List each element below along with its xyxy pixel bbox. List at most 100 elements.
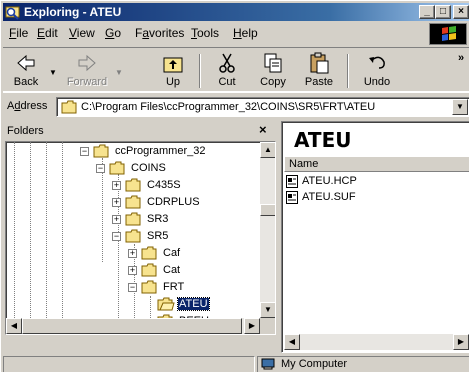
tree-node-label: ccProgrammer_32	[115, 145, 206, 157]
document-icon	[286, 191, 298, 204]
toolbar-more-chevron[interactable]: »	[458, 52, 464, 64]
close-button[interactable]: ×	[453, 5, 469, 19]
forward-label: Forward	[66, 76, 108, 88]
status-bar: My Computer	[3, 355, 469, 372]
address-dropdown-button[interactable]: ▼	[452, 99, 468, 115]
open-folder-icon	[93, 144, 109, 158]
back-dropdown-icon[interactable]: ▼	[49, 68, 57, 77]
expand-toggle[interactable]: +	[112, 181, 121, 190]
scissors-icon	[219, 53, 235, 73]
folders-pane: Folders × − ccProgrammer_32 − COINS + C4…	[3, 121, 276, 353]
menu-go[interactable]: Go	[105, 26, 121, 40]
collapse-toggle[interactable]: −	[80, 147, 89, 156]
tree-guide-line	[30, 142, 31, 334]
contents-horizontal-scrollbar[interactable]: ◀ ▶	[284, 334, 469, 350]
tree-guide-line	[102, 158, 103, 262]
forward-button[interactable]: Forward	[61, 50, 113, 92]
back-label: Back	[13, 76, 39, 88]
menu-help[interactable]: Help	[233, 26, 258, 40]
tree-node-label: SR3	[147, 213, 169, 225]
scroll-right-arrow-icon[interactable]: ▶	[453, 334, 469, 350]
menu-favorites[interactable]: Favorites	[135, 26, 184, 40]
tree-node-label: FRT	[163, 281, 185, 293]
menu-file[interactable]: File	[9, 26, 28, 40]
contents-pane[interactable]: ATEU Name ATEU.HCP ATEU.SUF ◀ ▶	[281, 121, 469, 353]
scrollbar-corner	[260, 318, 275, 334]
folder-title: ATEU	[294, 128, 352, 152]
collapse-toggle[interactable]: −	[112, 232, 121, 241]
collapse-toggle[interactable]: −	[128, 283, 137, 292]
folders-pane-title: Folders	[7, 125, 44, 137]
expand-toggle[interactable]: +	[128, 266, 137, 275]
scroll-up-arrow-icon[interactable]: ▲	[260, 142, 275, 158]
tree-guide-line	[14, 142, 15, 334]
folders-pane-close-button[interactable]: ×	[259, 122, 267, 137]
menu-bar: File Edit View Go Favorites Tools Help	[3, 23, 469, 45]
folders-pane-header: Folders ×	[3, 121, 276, 141]
up-button[interactable]: Up	[153, 50, 193, 92]
tree-node-label: Caf	[163, 247, 181, 259]
open-folder-icon	[109, 161, 125, 175]
my-computer-icon	[261, 358, 275, 370]
tree-guide-line	[62, 142, 63, 334]
status-cell	[3, 356, 255, 372]
folder-icon	[125, 212, 141, 226]
folder-tree[interactable]: − ccProgrammer_32 − COINS + C435S + CDRP…	[5, 141, 276, 335]
up-label: Up	[165, 76, 181, 88]
undo-button[interactable]: Undo	[355, 50, 399, 92]
scroll-left-arrow-icon[interactable]: ◀	[284, 334, 300, 350]
address-label: Address	[7, 100, 48, 112]
folder-icon	[125, 195, 141, 209]
expand-toggle[interactable]: +	[112, 198, 121, 207]
explorer-app-icon	[5, 6, 20, 20]
collapse-toggle[interactable]: −	[96, 164, 105, 173]
tree-node-label: SR5	[147, 230, 169, 242]
back-button[interactable]: Back	[5, 50, 47, 92]
scroll-right-arrow-icon[interactable]: ▶	[244, 318, 260, 334]
expand-toggle[interactable]: +	[112, 215, 121, 224]
open-folder-icon	[157, 297, 175, 311]
tree-node-label: CDRPLUS	[147, 196, 200, 208]
up-folder-icon	[163, 57, 183, 73]
folder-tree-vertical-scrollbar[interactable]: ▲ ▼	[260, 142, 275, 318]
address-input[interactable]: C:\Program Files\ccProgrammer_32\COINS\S…	[56, 97, 469, 117]
folder-tree-horizontal-scrollbar[interactable]: ◀ ▶	[6, 318, 260, 334]
tree-node-label: COINS	[131, 162, 166, 174]
document-icon	[286, 175, 298, 188]
menu-edit[interactable]: Edit	[37, 26, 58, 40]
menu-view[interactable]: View	[69, 26, 95, 40]
paste-clipboard-icon	[310, 52, 329, 74]
status-location: My Computer	[281, 358, 348, 370]
scrollbar-thumb[interactable]	[22, 318, 242, 334]
folder-icon	[141, 263, 157, 277]
column-header-name[interactable]: Name	[284, 156, 469, 172]
scrollbar-thumb[interactable]	[260, 204, 275, 216]
folder-icon	[61, 100, 77, 114]
cut-label: Cut	[218, 76, 236, 88]
scroll-left-arrow-icon[interactable]: ◀	[6, 318, 22, 334]
menu-tools[interactable]: Tools	[191, 26, 219, 40]
minimize-button[interactable]: _	[419, 5, 435, 19]
maximize-button[interactable]: □	[435, 5, 451, 19]
undo-label: Undo	[363, 76, 391, 88]
folder-icon	[125, 178, 141, 192]
standard-toolbar: Back ▼ Forward ▼ Up Cut Copy Paste Undo …	[3, 47, 469, 93]
title-bar[interactable]: Exploring - ATEU _ □ ×	[3, 3, 469, 21]
window-title: Exploring - ATEU	[24, 5, 122, 19]
file-name: ATEU.SUF	[302, 191, 356, 203]
copy-button[interactable]: Copy	[253, 50, 293, 92]
copy-icon	[264, 53, 282, 73]
forward-arrow-icon	[78, 54, 96, 72]
tree-node-label: Cat	[163, 264, 181, 276]
cut-button[interactable]: Cut	[207, 50, 247, 92]
folder-icon	[141, 246, 157, 260]
forward-dropdown-icon[interactable]: ▼	[115, 68, 123, 77]
back-arrow-icon	[17, 54, 35, 72]
expand-toggle[interactable]: +	[128, 249, 137, 258]
address-bar: Address C:\Program Files\ccProgrammer_32…	[3, 95, 469, 119]
toolbar-separator	[199, 54, 201, 88]
windows-logo	[429, 23, 467, 45]
tree-guide-line	[46, 142, 47, 334]
scroll-down-arrow-icon[interactable]: ▼	[260, 302, 275, 318]
paste-button[interactable]: Paste	[297, 50, 341, 92]
